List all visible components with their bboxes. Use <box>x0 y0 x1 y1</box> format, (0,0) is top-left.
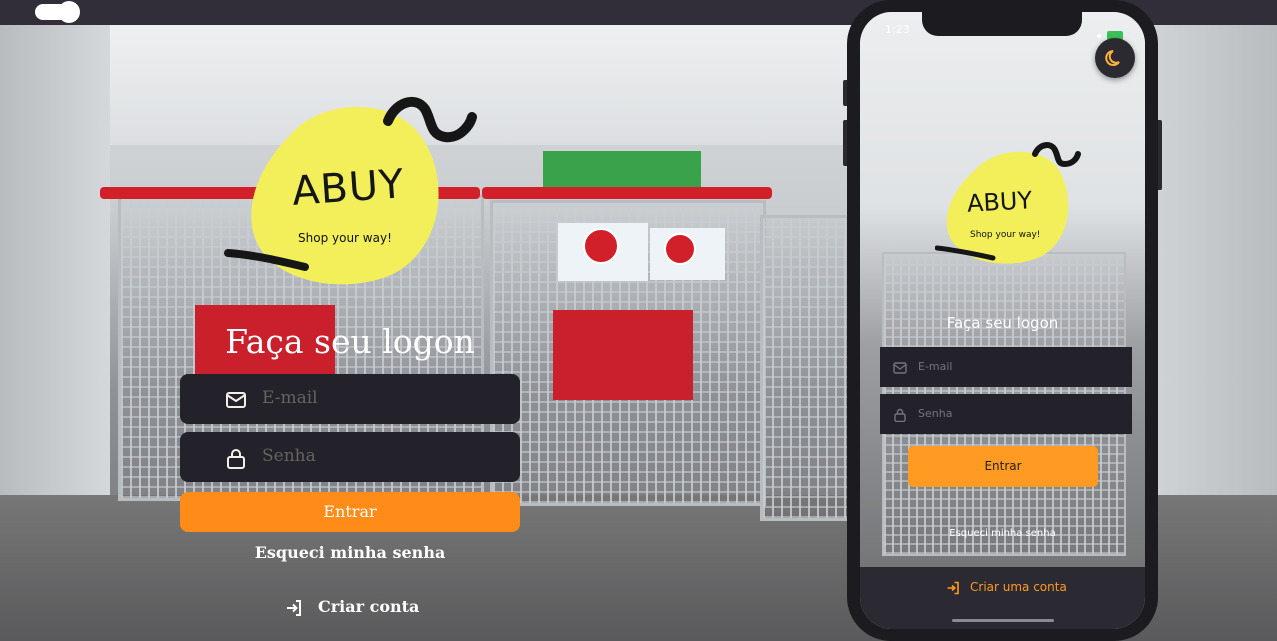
theme-switch-button[interactable] <box>1095 38 1135 78</box>
mail-icon <box>893 360 907 374</box>
phone-email-placeholder: E-mail <box>918 360 953 373</box>
log-in-icon <box>285 599 303 617</box>
lock-icon <box>893 407 907 423</box>
phone-create-account-link[interactable]: Criar uma conta <box>970 580 1067 594</box>
phone-mockup: 1:23 ABUY Shop your way! Faça seu logon … <box>847 0 1158 641</box>
logo-tagline: Shop your way! <box>970 230 1041 240</box>
phone-submit-button[interactable]: Entrar <box>908 446 1098 487</box>
logo-tagline: Shop your way! <box>298 231 392 245</box>
phone-email-field[interactable]: E-mail <box>880 347 1132 387</box>
email-field[interactable]: E-mail <box>180 374 520 424</box>
page-title: Faça seu logon <box>225 322 475 361</box>
toggle-knob[interactable] <box>58 1 80 23</box>
email-placeholder: E-mail <box>262 388 318 408</box>
home-indicator <box>952 619 1054 622</box>
submit-button[interactable]: Entrar <box>180 492 520 532</box>
forgot-password-link[interactable]: Esqueci minha senha <box>180 543 520 562</box>
phone-page-title: Faça seu logon <box>946 314 1059 332</box>
phone-brand-logo: ABUY Shop your way! <box>934 142 1095 272</box>
phone-notch <box>922 12 1082 36</box>
brand-logo: ABUY Shop your way! <box>220 95 480 295</box>
theme-toggle[interactable] <box>35 1 80 23</box>
phone-forgot-password-link[interactable]: Esqueci minha senha <box>860 528 1145 539</box>
password-placeholder: Senha <box>262 446 316 466</box>
phone-password-field[interactable]: Senha <box>880 394 1132 434</box>
status-time: 1:23 <box>885 23 910 36</box>
phone-screen: 1:23 ABUY Shop your way! Faça seu logon … <box>860 12 1145 629</box>
phone-password-placeholder: Senha <box>918 407 953 420</box>
log-in-icon <box>946 580 960 595</box>
logo-wordmark: ABUY <box>290 161 406 215</box>
password-field[interactable]: Senha <box>180 432 520 482</box>
lock-icon <box>225 447 247 469</box>
battery-icon <box>1095 25 1125 40</box>
moon-icon <box>1105 50 1120 66</box>
logo-wordmark: ABUY <box>966 186 1033 218</box>
create-account-label: Criar conta <box>318 597 420 616</box>
mail-icon <box>225 389 247 411</box>
